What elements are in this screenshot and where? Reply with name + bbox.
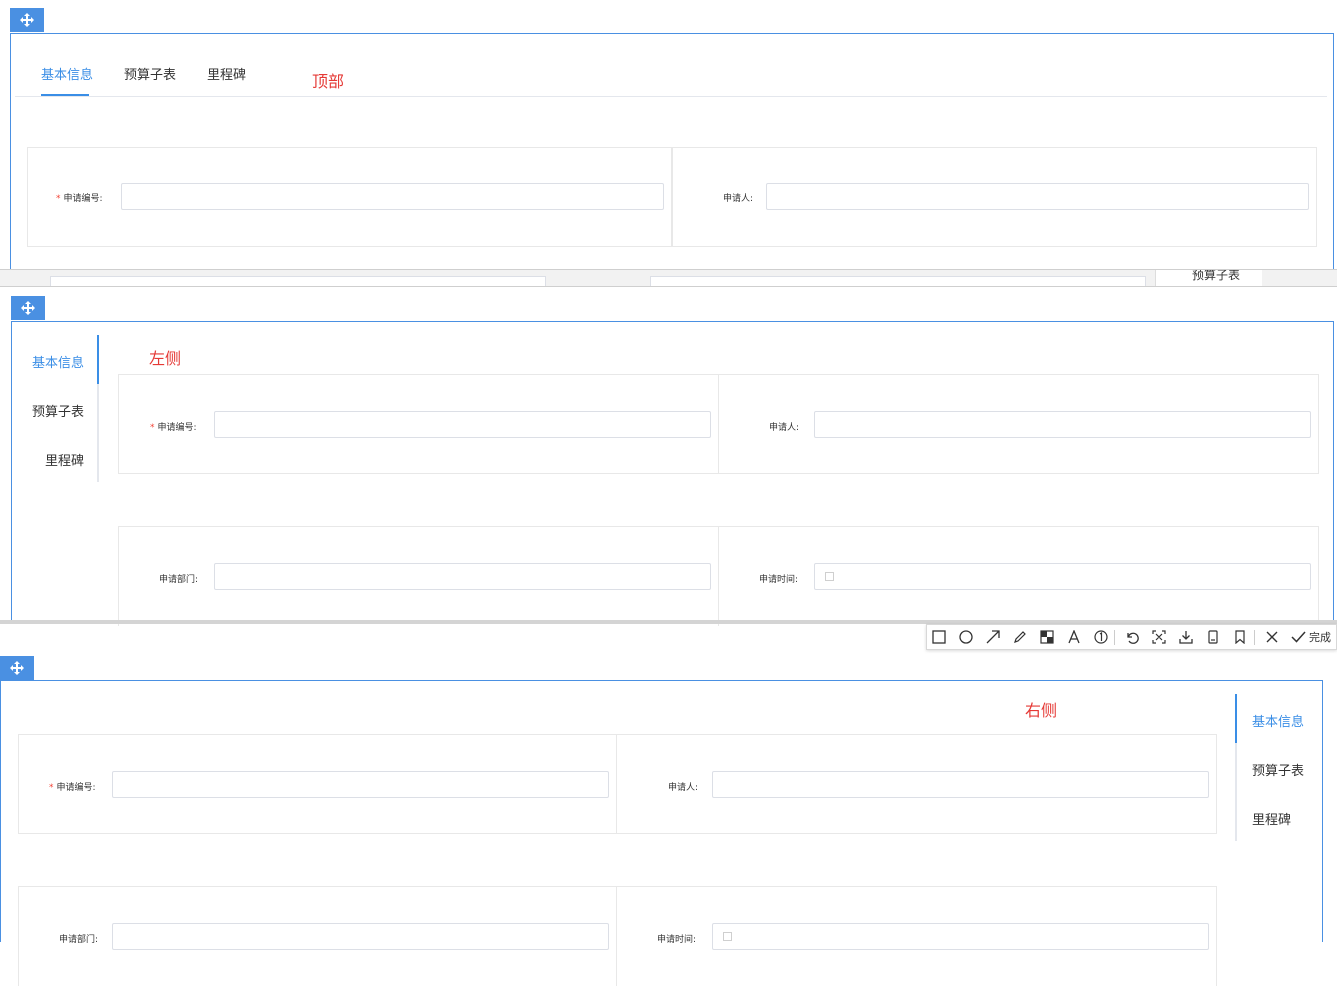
close-tool[interactable] — [1263, 628, 1281, 646]
tab-budget-subtable[interactable]: 预算子表 — [1252, 760, 1304, 779]
screenshot-toolbar: 完成 — [926, 624, 1337, 650]
position-annotation: 右侧 — [1025, 701, 1058, 720]
form-cell-applicant: 申请人: — [718, 374, 1319, 474]
required-mark: * — [56, 194, 61, 204]
pencil-icon — [1014, 631, 1026, 643]
tab-milestone[interactable]: 里程碑 — [207, 64, 246, 83]
cropped-row-strip: 预算子表 — [0, 270, 1337, 287]
right-tabs-panel: 右侧 基本信息 预算子表 里程碑 * 申请编号: 申请人: 申请部门: 申请时间: — [0, 680, 1323, 986]
department-input[interactable] — [214, 563, 711, 590]
form-cell-applicant: 申请人: — [616, 734, 1217, 834]
tab-milestone[interactable]: 里程碑 — [45, 450, 84, 469]
form-cell-applicant: 申请人: — [672, 147, 1317, 247]
apply-no-label: * 申请编号: — [49, 783, 96, 793]
position-annotation: 左侧 — [149, 349, 182, 368]
arrow-tool[interactable] — [984, 628, 1002, 646]
applicant-input[interactable] — [712, 771, 1209, 798]
position-annotation: 顶部 — [312, 72, 345, 91]
department-label: 申请部门: — [159, 575, 199, 585]
pencil-tool[interactable] — [1011, 628, 1029, 646]
crop-icon — [1152, 630, 1166, 644]
form-cell-department: 申请部门: — [118, 526, 719, 626]
form-cell-apply-no: * 申请编号: — [27, 147, 672, 247]
applicant-input[interactable] — [766, 183, 1309, 210]
tab-basic-info[interactable]: 基本信息 — [41, 64, 93, 83]
form-cell-apply-time: 申请时间: — [718, 526, 1319, 626]
cropped-tab-label: 预算子表 — [1192, 270, 1241, 282]
apply-no-input[interactable] — [112, 771, 609, 798]
form-cell-department: 申请部门: — [18, 886, 617, 986]
number-icon — [1094, 630, 1108, 644]
cropped-input — [650, 276, 1146, 286]
apply-time-picker[interactable] — [814, 563, 1311, 590]
tab-milestone[interactable]: 里程碑 — [1252, 809, 1291, 828]
apply-no-label: * 申请编号: — [150, 423, 197, 433]
department-label: 申请部门: — [59, 935, 99, 945]
text-icon — [1068, 630, 1080, 644]
drag-handle[interactable] — [0, 656, 34, 680]
text-tool[interactable] — [1065, 628, 1083, 646]
drag-handle[interactable] — [10, 8, 44, 32]
applicant-label: 申请人: — [668, 783, 699, 793]
cropped-input — [50, 276, 546, 286]
done-label: 完成 — [1309, 631, 1331, 644]
tab-basic-info[interactable]: 基本信息 — [32, 352, 84, 371]
close-icon — [1266, 631, 1278, 643]
apply-no-label: * 申请编号: — [56, 194, 103, 204]
check-icon — [1291, 631, 1306, 643]
bookmark-tool[interactable] — [1231, 628, 1249, 646]
cropped-tab: 预算子表 — [1155, 270, 1262, 286]
applicant-label: 申请人: — [769, 423, 800, 433]
move-icon — [21, 301, 35, 315]
mosaic-tool[interactable] — [1038, 628, 1056, 646]
tab-budget-subtable[interactable]: 预算子表 — [124, 64, 176, 83]
download-tool[interactable] — [1177, 628, 1195, 646]
toolbar-divider — [1254, 630, 1255, 645]
undo-icon — [1127, 632, 1139, 644]
left-tabs-panel: 基本信息 预算子表 里程碑 左侧 * 申请编号: 申请人: 申请部门: 申请时间: — [11, 321, 1334, 626]
active-tab-indicator — [1235, 694, 1237, 743]
toolbar-divider — [1114, 630, 1115, 645]
apply-time-label: 申请时间: — [657, 935, 697, 945]
apply-no-input[interactable] — [121, 183, 664, 210]
form-cell-apply-no: * 申请编号: — [18, 734, 617, 834]
move-icon — [20, 13, 34, 27]
save-tool[interactable] — [1204, 628, 1222, 646]
arrow-icon — [986, 630, 1000, 644]
applicant-label: 申请人: — [723, 194, 754, 204]
form-cell-apply-time: 申请时间: — [616, 886, 1217, 986]
drag-handle[interactable] — [11, 296, 45, 320]
number-tool[interactable] — [1092, 628, 1110, 646]
save-icon — [1208, 630, 1218, 644]
undo-tool[interactable] — [1123, 628, 1141, 646]
form-cell-apply-no: * 申请编号: — [118, 374, 719, 474]
required-mark: * — [49, 783, 54, 793]
crop-tool[interactable] — [1150, 628, 1168, 646]
tab-basic-info[interactable]: 基本信息 — [1252, 711, 1304, 730]
circle-tool[interactable] — [957, 628, 975, 646]
move-icon — [10, 661, 24, 675]
tab-budget-subtable[interactable]: 预算子表 — [32, 401, 84, 420]
required-mark: * — [150, 423, 155, 433]
calendar-icon — [723, 932, 732, 941]
active-tab-indicator — [97, 335, 99, 384]
applicant-input[interactable] — [814, 411, 1311, 438]
bookmark-icon — [1235, 630, 1245, 644]
top-tabs-panel: 基本信息 预算子表 里程碑 顶部 * 申请编号: 申请人: — [10, 33, 1334, 273]
download-icon — [1179, 631, 1193, 644]
department-input[interactable] — [112, 923, 609, 950]
circle-icon — [959, 630, 973, 644]
apply-time-label: 申请时间: — [759, 575, 799, 585]
calendar-icon — [825, 572, 834, 581]
mosaic-icon — [1040, 630, 1054, 644]
apply-time-picker[interactable] — [712, 923, 1209, 950]
tab-bar-divider — [15, 96, 1327, 97]
apply-no-input[interactable] — [214, 411, 711, 438]
rectangle-tool[interactable] — [930, 628, 948, 646]
rectangle-icon — [932, 630, 946, 644]
done-button[interactable]: 完成 — [1291, 628, 1331, 646]
